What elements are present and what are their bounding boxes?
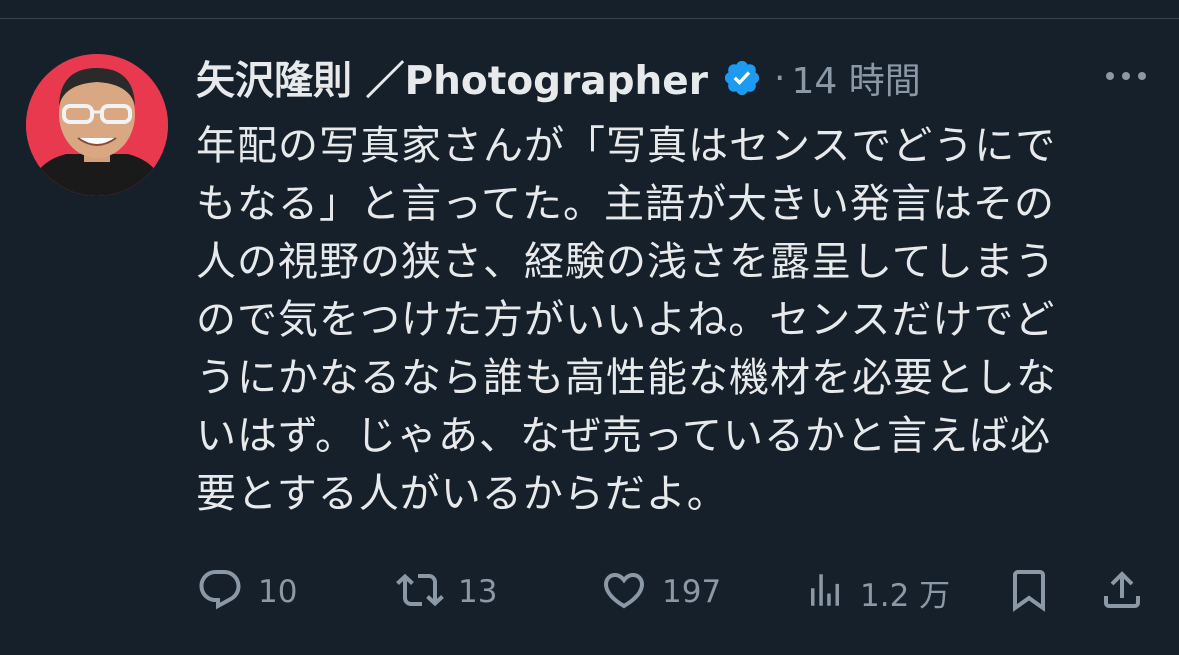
share-icon	[1098, 566, 1146, 618]
top-divider	[0, 18, 1179, 19]
views-button[interactable]: 1.2 万	[804, 560, 950, 624]
bookmark-icon	[1005, 566, 1053, 618]
timestamp[interactable]: 14 時間	[791, 52, 920, 104]
like-button[interactable]: 197	[600, 560, 721, 624]
more-icon[interactable]	[1102, 58, 1150, 94]
reply-icon	[196, 566, 244, 618]
share-button[interactable]	[1098, 560, 1146, 624]
separator: ·	[774, 57, 786, 99]
retweet-icon	[396, 566, 444, 618]
verified-badge-icon	[722, 58, 762, 98]
retweet-count: 13	[458, 574, 498, 610]
like-count: 197	[662, 574, 722, 610]
reply-button[interactable]: 10	[196, 560, 297, 624]
views-icon	[804, 569, 846, 615]
retweet-button[interactable]: 13	[396, 560, 497, 624]
reply-count: 10	[258, 574, 298, 610]
tweet-header: 矢沢隆則 ／Photographer · 14 時間	[196, 50, 921, 106]
views-count: 1.2 万	[860, 577, 951, 614]
avatar[interactable]	[26, 54, 168, 196]
bookmark-button[interactable]	[1005, 560, 1053, 624]
author-name[interactable]: 矢沢隆則 ／Photographer	[196, 50, 708, 106]
like-icon	[600, 566, 648, 618]
action-bar: 10 13 197 1.2 万	[0, 560, 1179, 624]
tweet-text: 年配の写真家さんが「写真はセンスでどうにで もなる」と言ってた。主語が大きい発言…	[196, 123, 1057, 517]
